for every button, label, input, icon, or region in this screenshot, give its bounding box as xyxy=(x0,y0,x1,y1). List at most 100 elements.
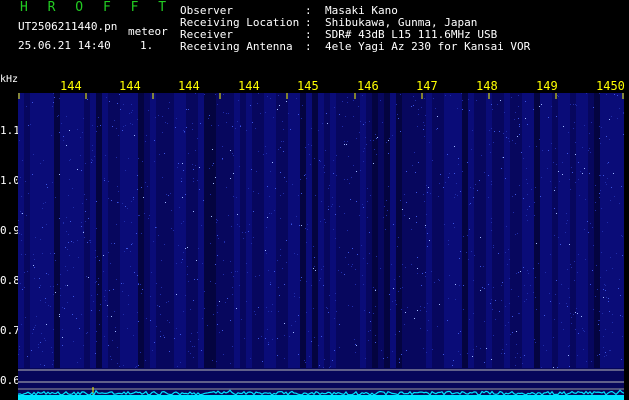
waterfall-band xyxy=(144,93,150,368)
noise-speck xyxy=(320,278,321,279)
noise-speck xyxy=(491,218,492,219)
noise-speck xyxy=(141,233,142,234)
noise-speck xyxy=(279,105,280,106)
noise-speck xyxy=(490,152,491,153)
noise-speck xyxy=(573,104,574,105)
waterfall-band xyxy=(480,93,486,368)
noise-speck xyxy=(375,134,376,135)
noise-speck xyxy=(208,118,209,119)
noise-speck xyxy=(425,115,426,116)
noise-speck xyxy=(255,314,256,315)
noise-speck xyxy=(66,217,67,218)
noise-speck xyxy=(424,136,425,137)
noise-speck xyxy=(118,202,119,203)
noise-speck xyxy=(45,298,46,299)
noise-speck xyxy=(515,234,516,235)
noise-speck xyxy=(171,210,172,211)
noise-speck xyxy=(132,243,133,244)
noise-speck xyxy=(125,206,126,207)
noise-speck xyxy=(568,288,569,289)
noise-speck xyxy=(259,275,260,276)
noise-speck xyxy=(300,280,301,281)
noise-speck xyxy=(430,193,431,194)
noise-speck xyxy=(58,115,59,116)
waterfall-band xyxy=(546,93,552,368)
noise-speck xyxy=(160,331,161,332)
noise-speck xyxy=(466,252,467,253)
noise-speck xyxy=(183,252,184,253)
noise-speck xyxy=(289,336,290,337)
waterfall-band xyxy=(600,93,606,368)
noise-speck xyxy=(187,266,188,267)
noise-speck xyxy=(502,282,503,283)
noise-speck xyxy=(108,198,109,199)
noise-speck xyxy=(527,220,528,221)
noise-speck xyxy=(92,125,93,126)
noise-speck xyxy=(459,258,460,259)
noise-speck xyxy=(217,235,218,236)
noise-speck xyxy=(605,285,606,286)
noise-speck xyxy=(275,188,276,189)
noise-speck xyxy=(50,253,51,254)
noise-speck xyxy=(306,312,307,313)
noise-speck xyxy=(510,334,511,335)
noise-speck xyxy=(83,345,84,346)
noise-speck xyxy=(447,154,448,155)
noise-speck xyxy=(427,303,428,304)
antenna-value: 4ele Yagi Az 230 for Kansai VOR xyxy=(325,40,531,53)
noise-speck xyxy=(319,365,320,366)
noise-speck xyxy=(578,333,579,334)
noise-speck xyxy=(518,118,519,119)
noise-speck xyxy=(99,324,100,325)
noise-speck xyxy=(503,133,504,134)
noise-speck xyxy=(284,284,285,285)
noise-speck xyxy=(306,242,307,243)
noise-speck xyxy=(365,358,366,359)
noise-speck xyxy=(617,118,618,119)
noise-speck xyxy=(348,264,349,265)
noise-speck xyxy=(280,195,281,196)
noise-speck xyxy=(577,313,578,314)
noise-speck xyxy=(433,98,434,99)
noise-speck xyxy=(333,160,334,161)
noise-speck xyxy=(309,154,310,155)
noise-speck xyxy=(514,119,515,120)
noise-speck xyxy=(489,144,490,145)
noise-speck xyxy=(211,216,212,217)
noise-speck xyxy=(167,123,168,124)
waterfall-band xyxy=(564,93,570,368)
noise-speck xyxy=(559,303,560,304)
noise-speck xyxy=(506,131,507,132)
waterfall-band xyxy=(426,93,432,368)
noise-speck xyxy=(449,275,450,276)
noise-speck xyxy=(233,173,234,174)
noise-speck xyxy=(404,324,405,325)
noise-speck xyxy=(117,347,118,348)
noise-speck xyxy=(132,110,133,111)
noise-speck xyxy=(195,150,196,151)
noise-speck xyxy=(509,278,510,279)
noise-speck xyxy=(369,253,370,254)
noise-speck xyxy=(131,244,132,245)
noise-speck xyxy=(50,306,51,307)
noise-speck xyxy=(578,162,579,163)
noise-speck xyxy=(575,182,576,183)
noise-speck xyxy=(579,195,580,196)
noise-speck xyxy=(112,126,113,127)
waterfall-band xyxy=(48,93,54,368)
noise-speck xyxy=(344,179,345,180)
noise-speck xyxy=(505,325,506,326)
noise-speck xyxy=(279,295,280,296)
noise-speck xyxy=(124,251,125,252)
noise-speck xyxy=(480,290,481,291)
noise-speck xyxy=(475,184,476,185)
noise-speck xyxy=(216,222,217,223)
noise-speck xyxy=(260,113,261,114)
noise-speck xyxy=(258,307,259,308)
noise-speck xyxy=(175,127,176,128)
noise-speck xyxy=(98,278,99,279)
noise-speck xyxy=(439,183,440,184)
noise-speck xyxy=(271,213,272,214)
noise-speck xyxy=(122,291,123,292)
noise-speck xyxy=(41,333,42,334)
